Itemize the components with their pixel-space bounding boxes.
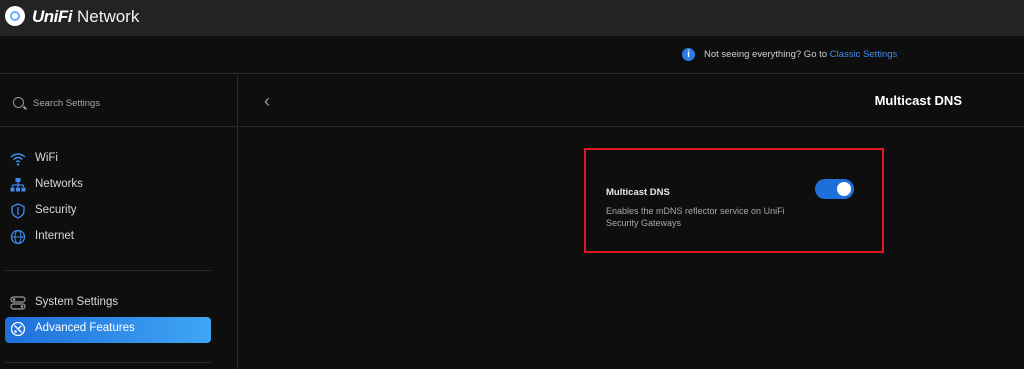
brand-suffix: Network (77, 7, 140, 26)
chevron-left-icon[interactable]: ‹ (264, 91, 270, 112)
unifi-logo-icon[interactable] (5, 6, 25, 26)
toggle-knob (837, 182, 851, 196)
toggles-icon (10, 296, 26, 310)
sidebar-divider (5, 362, 211, 363)
advanced-icon (10, 321, 26, 337)
sidebar: Search Settings WiFi Networks Security I… (0, 75, 238, 369)
info-icon: i (682, 48, 695, 61)
shield-icon (11, 203, 25, 219)
app-brand: UniFi Network (32, 7, 139, 27)
globe-icon (10, 229, 26, 245)
wifi-icon (10, 153, 26, 166)
setting-description: Enables the mDNS reflector service on Un… (606, 206, 785, 228)
page-title: Multicast DNS (874, 93, 962, 108)
sidebar-item-advanced-features[interactable]: Advanced Features (5, 317, 211, 343)
sidebar-item-label: System Settings (35, 296, 119, 308)
sidebar-item-security[interactable]: Security (5, 199, 211, 223)
page-header: ‹ Multicast DNS (239, 75, 1024, 127)
sidebar-item-label: Advanced Features (35, 322, 135, 334)
sidebar-item-label: Networks (35, 178, 83, 190)
search-settings[interactable]: Search Settings (0, 75, 238, 127)
sidebar-item-label: Internet (35, 230, 74, 242)
network-icon (10, 178, 26, 192)
sidebar-item-label: WiFi (35, 152, 58, 164)
multicast-dns-toggle[interactable] (815, 179, 854, 199)
info-text: Not seeing everything? Go to (704, 49, 830, 60)
brand-prefix: UniFi (32, 7, 73, 26)
sidebar-item-label: Security (35, 204, 77, 216)
sidebar-divider (5, 270, 211, 271)
info-message: Not seeing everything? Go to Classic Set… (704, 49, 897, 60)
multicast-dns-setting: Multicast DNS Enables the mDNS reflector… (584, 148, 884, 253)
sidebar-item-networks[interactable]: Networks (5, 173, 211, 197)
sidebar-item-internet[interactable]: Internet (5, 225, 211, 249)
classic-settings-link[interactable]: Classic Settings (830, 49, 898, 60)
sidebar-item-system-settings[interactable]: System Settings (5, 291, 211, 315)
top-bar: UniFi Network (0, 0, 1024, 36)
sidebar-item-wifi[interactable]: WiFi (5, 147, 211, 171)
info-bar: i Not seeing everything? Go to Classic S… (0, 36, 1024, 74)
setting-title: Multicast DNS (606, 187, 670, 198)
search-input[interactable]: Search Settings (33, 98, 100, 109)
search-icon (13, 97, 24, 108)
